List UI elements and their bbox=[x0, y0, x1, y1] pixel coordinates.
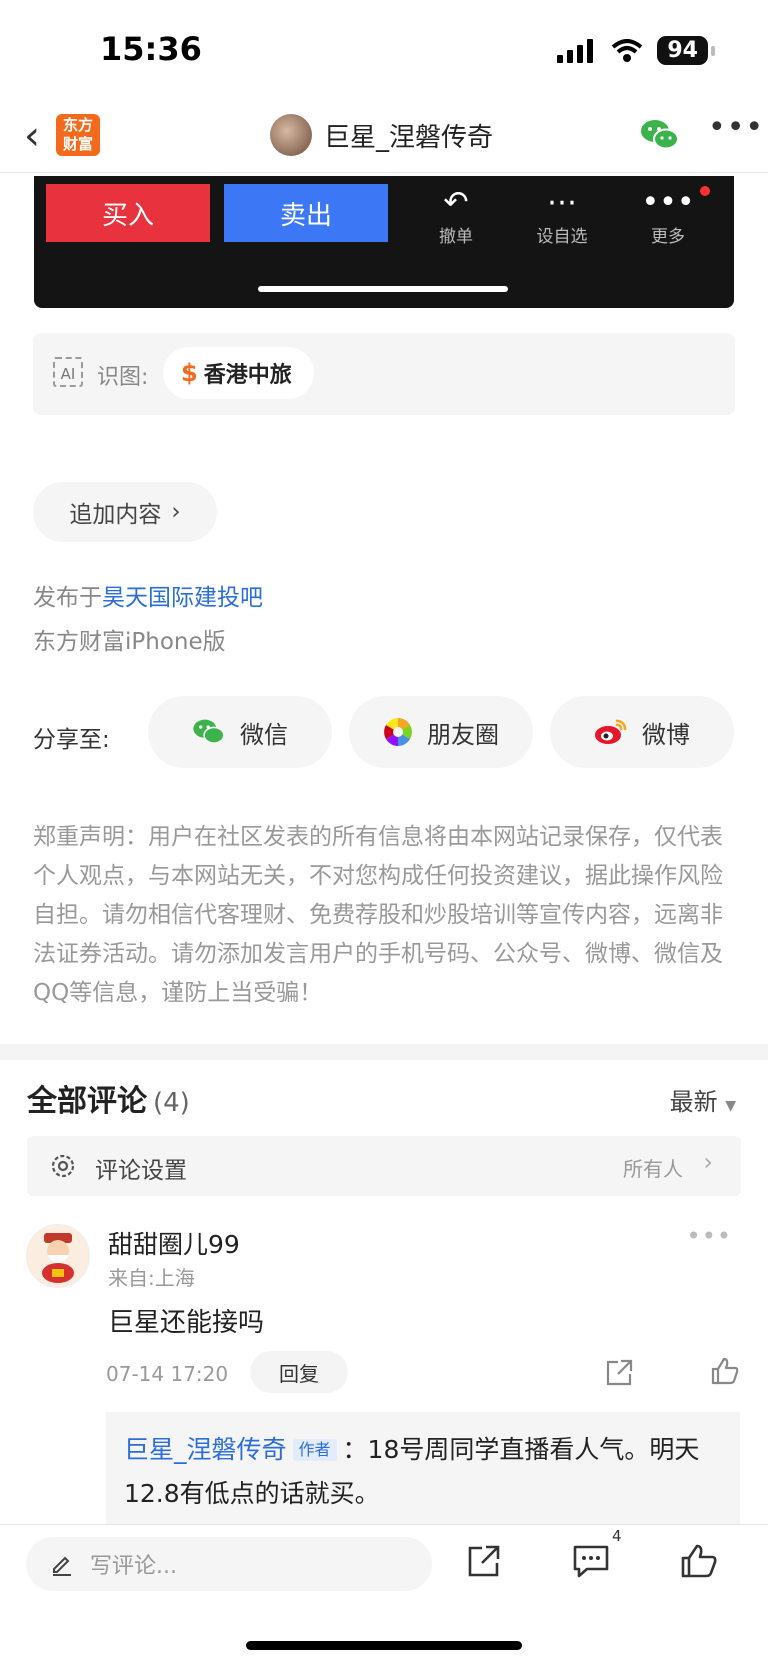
share-icon[interactable] bbox=[604, 1358, 634, 1388]
trade-panel-image: 买入 卖出 ↶ 撤单 ⋯ 设自选 ••• 更多 bbox=[34, 176, 734, 308]
cancel-order-label: 撤单 bbox=[439, 227, 473, 247]
cancel-order-button[interactable]: ↶ 撤单 bbox=[416, 184, 496, 247]
chevron-left-icon[interactable]: ‹ bbox=[24, 116, 40, 156]
thumbs-up-icon[interactable] bbox=[680, 1543, 718, 1579]
avatar[interactable] bbox=[270, 114, 312, 156]
sort-dropdown[interactable]: 最新 ▼ bbox=[670, 1082, 736, 1117]
forum-link[interactable]: 昊天国际建投吧 bbox=[102, 585, 263, 611]
battery-indicator: 94 bbox=[657, 36, 715, 65]
add-content-label: 追加内容 bbox=[69, 502, 162, 528]
stock-name: 香港中旅 bbox=[203, 363, 292, 388]
reply-block: 巨星_涅磐传奇 作者 ：18号周同学直播看人气。明天12.8有低点的话就买。 bbox=[106, 1412, 740, 1524]
add-content-button[interactable]: 追加内容 › bbox=[33, 482, 217, 542]
publish-info: 发布于昊天国际建投吧 bbox=[33, 578, 263, 612]
thumbs-up-icon[interactable] bbox=[710, 1356, 740, 1386]
more-label: 更多 bbox=[651, 227, 685, 247]
comment-settings-value: 所有人 bbox=[623, 1157, 683, 1181]
add-watchlist-button[interactable]: ⋯ 设自选 bbox=[522, 184, 602, 247]
author-title[interactable]: 巨星_涅磐传奇 bbox=[270, 114, 493, 156]
ai-scan-icon: AI bbox=[53, 357, 83, 387]
share-wechat-button[interactable]: 微信 bbox=[148, 696, 332, 768]
share-weibo-label: 微博 bbox=[642, 720, 690, 749]
app-logo[interactable]: 东方 财富 bbox=[56, 114, 100, 156]
publish-prefix: 发布于 bbox=[33, 585, 102, 611]
status-time: 15:36 bbox=[100, 30, 202, 68]
chevron-right-icon: › bbox=[171, 499, 181, 525]
comment-settings-label: 评论设置 bbox=[95, 1158, 187, 1184]
add-watchlist-label: 设自选 bbox=[536, 227, 588, 247]
buy-button[interactable]: 买入 bbox=[46, 184, 210, 242]
share-moments-label: 朋友圈 bbox=[427, 720, 499, 749]
weibo-icon bbox=[595, 719, 627, 744]
sort-label: 最新 bbox=[669, 1088, 718, 1116]
ai-image-recognition: AI 识图: $ 香港中旅 bbox=[33, 333, 735, 415]
comment-settings-row[interactable]: 评论设置 所有人 › bbox=[27, 1136, 741, 1196]
reply-content: 巨星_涅磐传奇 作者 ：18号周同学直播看人气。明天12.8有低点的话就买。 bbox=[124, 1428, 724, 1516]
share-icon[interactable] bbox=[466, 1543, 502, 1579]
chevron-right-icon: › bbox=[703, 1148, 713, 1176]
comments-count: (4) bbox=[153, 1088, 190, 1118]
bottom-action-bar: 写评论... 4 bbox=[0, 1524, 768, 1666]
wechat-icon[interactable] bbox=[640, 118, 680, 152]
comment-time: 07-14 17:20 bbox=[106, 1362, 229, 1386]
image-home-indicator bbox=[258, 286, 508, 292]
reply-button[interactable]: 回复 bbox=[250, 1351, 348, 1393]
caret-down-icon: ▼ bbox=[725, 1098, 736, 1114]
author-badge: 作者 bbox=[292, 1439, 337, 1461]
comment-location: 来自:上海 bbox=[108, 1266, 195, 1290]
page-title: 巨星_涅磐传奇 bbox=[324, 122, 494, 153]
avatar[interactable] bbox=[26, 1224, 90, 1288]
more-menu-icon[interactable]: ••• bbox=[708, 110, 764, 145]
client-info: 东方财富iPhone版 bbox=[33, 629, 226, 655]
share-moments-button[interactable]: 朋友圈 bbox=[349, 696, 533, 768]
moments-icon bbox=[384, 718, 412, 746]
pencil-icon bbox=[53, 1556, 71, 1576]
status-indicators: 94 bbox=[557, 36, 715, 65]
comment-count-badge: 4 bbox=[612, 1527, 622, 1545]
comment-input-placeholder: 写评论... bbox=[90, 1554, 177, 1579]
more-dots-icon: ••• bbox=[641, 185, 695, 220]
wechat-icon bbox=[193, 719, 225, 744]
fortune-god-avatar-icon bbox=[42, 1233, 74, 1283]
home-indicator bbox=[246, 1641, 522, 1650]
section-divider bbox=[0, 1044, 768, 1060]
stock-tag[interactable]: $ 香港中旅 bbox=[163, 347, 314, 399]
undo-icon: ↶ bbox=[443, 185, 469, 220]
wifi-icon bbox=[612, 38, 643, 62]
ai-label: 识图: bbox=[97, 365, 149, 390]
share-weibo-button[interactable]: 微博 bbox=[550, 696, 734, 768]
more-dots-icon[interactable]: ••• bbox=[687, 1222, 732, 1250]
dollar-icon: $ bbox=[181, 359, 198, 387]
gear-icon bbox=[51, 1154, 75, 1178]
comment-username[interactable]: 甜甜圈儿99 bbox=[108, 1225, 240, 1261]
ellipsis-circle-icon: ⋯ bbox=[547, 185, 577, 220]
reply-author[interactable]: 巨星_涅磐传奇 bbox=[124, 1435, 287, 1464]
notification-dot bbox=[700, 186, 710, 196]
comment-input[interactable]: 写评论... bbox=[26, 1537, 432, 1591]
top-nav-bar: ‹ 东方 财富 巨星_涅磐传奇 ••• bbox=[0, 100, 768, 173]
reply-separator: ： bbox=[342, 1435, 368, 1464]
signal-icon bbox=[557, 38, 594, 63]
sell-button[interactable]: 卖出 bbox=[224, 184, 388, 242]
disclaimer-text: 郑重声明：用户在社区发表的所有信息将由本网站记录保存，仅代表个人观点，与本网站无… bbox=[33, 824, 723, 1006]
share-label: 分享至: bbox=[33, 727, 110, 753]
comments-title: 全部评论 bbox=[27, 1084, 147, 1119]
comments-heading: 全部评论 (4) bbox=[27, 1076, 190, 1120]
share-wechat-label: 微信 bbox=[240, 720, 288, 749]
comment-icon[interactable] bbox=[572, 1543, 610, 1579]
more-button[interactable]: ••• 更多 bbox=[628, 184, 708, 247]
comment-text: 巨星还能接吗 bbox=[108, 1308, 265, 1338]
